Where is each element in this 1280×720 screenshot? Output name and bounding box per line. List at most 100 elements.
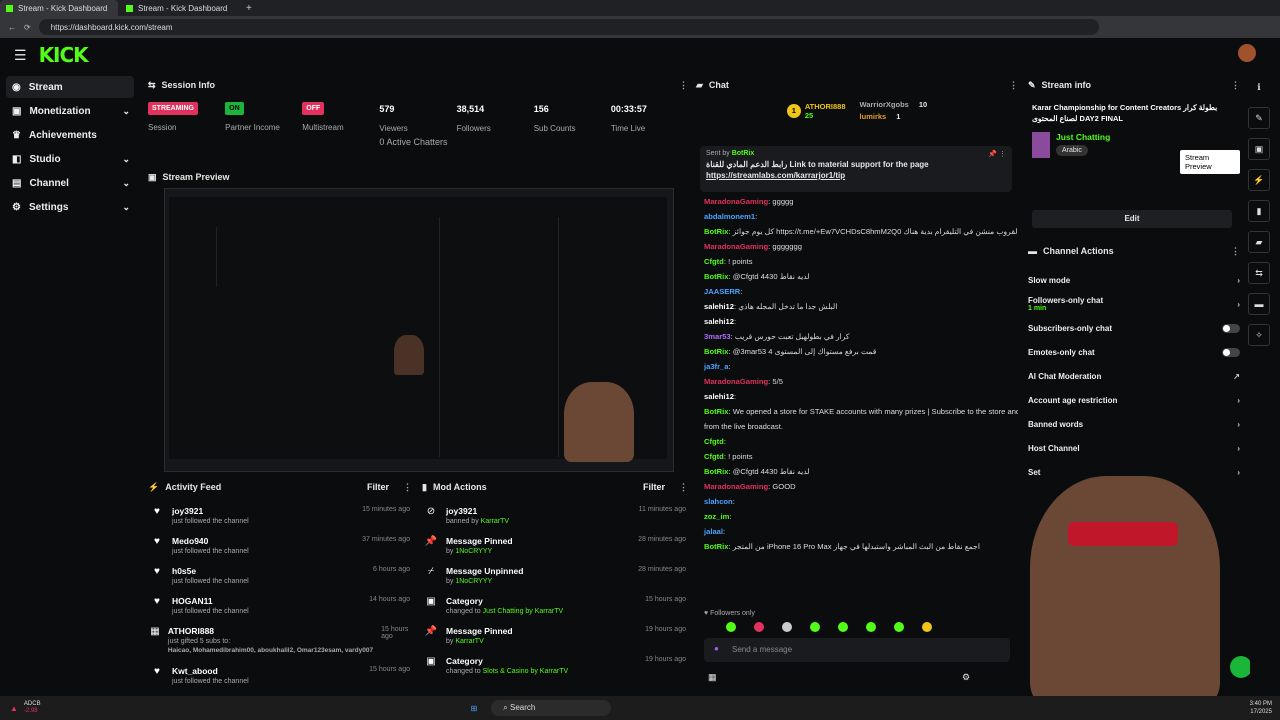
emote-icon[interactable]: [754, 622, 764, 632]
hamburger-icon[interactable]: ☰: [14, 47, 27, 64]
browser-tab[interactable]: Stream - Kick Dashboard: [0, 0, 118, 16]
chat-message[interactable]: Cfgtd: ! points: [696, 449, 1018, 464]
action-slow-mode[interactable]: Slow mode ›: [1024, 268, 1240, 292]
more-icon[interactable]: ⋮: [1231, 246, 1240, 257]
sidebar-item-studio[interactable]: ◧ Studio ⌄: [6, 148, 134, 170]
mod-actor[interactable]: KarrarTV: [481, 518, 509, 525]
action-ai-moderation[interactable]: AI Chat Moderation ↗: [1024, 364, 1240, 388]
pinned-message[interactable]: Sent by BotRix 📌 ⋮ رابط الدعم المادي للقن…: [700, 146, 1012, 192]
mod-actor[interactable]: Slots & Casino by KarrarTV: [483, 668, 569, 675]
chat-username[interactable]: zoz_im: [704, 512, 729, 521]
chat-username[interactable]: ja3fr_a: [704, 362, 729, 371]
chat-input[interactable]: ● Send a message: [704, 638, 1010, 662]
sidebar-item-channel[interactable]: ▤ Channel ⌄: [6, 172, 134, 194]
chat-username[interactable]: Cfgtd: [704, 257, 724, 266]
stream-preview-video[interactable]: [164, 188, 674, 472]
chat-username[interactable]: BotRix: [704, 542, 728, 551]
chat-username[interactable]: BotRix: [704, 272, 728, 281]
mod-actor[interactable]: Just Chatting by KarrarTV: [483, 608, 564, 615]
action-followers-only[interactable]: Followers-only chat 1 min ›: [1024, 292, 1240, 316]
toggle-switch[interactable]: [1222, 347, 1240, 357]
url-field[interactable]: https://dashboard.kick.com/stream: [38, 19, 1099, 35]
chat-username[interactable]: MaradonaGaming: [704, 242, 768, 251]
chat-message[interactable]: abdalmonem1:: [696, 209, 1018, 224]
action-banned-words[interactable]: Banned words ›: [1024, 412, 1240, 436]
chat-message[interactable]: MaradonaGaming: GOOD: [696, 479, 1018, 494]
activity-user[interactable]: joy3921: [172, 506, 354, 516]
chat-message[interactable]: salehi12: البلش جدا ما تدخل المجله هاذي: [696, 299, 1018, 314]
avatar[interactable]: [1238, 44, 1256, 62]
pin-icon[interactable]: 📌 ⋮: [988, 150, 1006, 158]
chat-username[interactable]: MaradonaGaming: [704, 197, 768, 206]
chat-username[interactable]: salehi12: [704, 392, 734, 401]
activity-user[interactable]: h0s5e: [172, 566, 365, 576]
chat-message[interactable]: ja3fr_a:: [696, 359, 1018, 374]
emote-icon[interactable]: [866, 622, 876, 632]
chat-username[interactable]: JAASERR: [704, 287, 740, 296]
reload-icon[interactable]: ⟳: [24, 23, 31, 32]
chat-username[interactable]: MaradonaGaming: [704, 482, 768, 491]
emote-icon[interactable]: [782, 622, 792, 632]
back-icon[interactable]: ←: [8, 23, 16, 32]
pencil-icon[interactable]: ✎: [1248, 107, 1270, 129]
chat-message[interactable]: MaradonaGaming: 5/5: [696, 374, 1018, 389]
chat-message[interactable]: salehi12:: [696, 389, 1018, 404]
mod-actor[interactable]: KarrarTV: [455, 638, 483, 645]
emote-icon[interactable]: [838, 622, 848, 632]
sidebar-item-settings[interactable]: ⚙ Settings ⌄: [6, 196, 134, 218]
chat-message[interactable]: Cfgtd:: [696, 434, 1018, 449]
emote-icon[interactable]: [810, 622, 820, 632]
session-icon[interactable]: ⇆: [1248, 262, 1270, 284]
chat-username[interactable]: salehi12: [704, 302, 734, 311]
action-account-age[interactable]: Account age restriction ›: [1024, 388, 1240, 412]
action-subscribers-only[interactable]: Subscribers-only chat: [1024, 316, 1240, 340]
chat-username[interactable]: Cfgtd: [704, 452, 724, 461]
category-name[interactable]: Just Chatting: [1056, 132, 1110, 142]
chat-message[interactable]: MaradonaGaming: ggggg: [696, 194, 1018, 209]
more-icon[interactable]: ⋮: [1231, 80, 1240, 91]
emote-icon[interactable]: [922, 622, 932, 632]
more-icon[interactable]: ⋮: [1009, 80, 1018, 91]
chat-username[interactable]: BotRix: [704, 347, 728, 356]
action-emotes-only[interactable]: Emotes-only chat: [1024, 340, 1240, 364]
chat-username[interactable]: BotRix: [704, 407, 728, 416]
more-icon[interactable]: ⋮: [679, 80, 688, 91]
chat-message[interactable]: BotRix: كل يوم جوائز https://t.me/+Ew7VC…: [696, 224, 1018, 239]
sidebar-item-stream[interactable]: ◉ Stream: [6, 76, 134, 98]
chat-username[interactable]: BotRix: [704, 467, 728, 476]
chat-username[interactable]: jalaal: [704, 527, 723, 536]
chat-username[interactable]: MaradonaGaming: [704, 377, 768, 386]
activity-user[interactable]: Kwt_abood: [172, 666, 361, 676]
activity-user[interactable]: HOGAN11: [172, 596, 361, 606]
chat-username[interactable]: slahcon: [704, 497, 733, 506]
gifter-name[interactable]: WarriorXgobs: [860, 100, 909, 109]
sidebar-item-monetization[interactable]: ▣ Monetization ⌄: [6, 100, 134, 122]
chat-icon[interactable]: ▰: [1248, 231, 1270, 253]
emote-icon[interactable]: [726, 622, 736, 632]
mic-icon[interactable]: ●: [714, 644, 719, 653]
chat-message[interactable]: MaradonaGaming: ggggggg: [696, 239, 1018, 254]
shield-icon[interactable]: ▮: [1248, 200, 1270, 222]
sidebar-item-achievements[interactable]: ♛ Achievements: [6, 124, 134, 146]
chat-message[interactable]: salehi12:: [696, 314, 1018, 329]
windows-start-icon[interactable]: ⊞: [471, 704, 478, 713]
chat-message[interactable]: slahcon:: [696, 494, 1018, 509]
support-chat-icon[interactable]: [1230, 656, 1250, 678]
chat-username[interactable]: 3mar53: [704, 332, 731, 341]
chat-message[interactable]: BotRix: من المتجر iPhone 16 Pro Max اجمع…: [696, 539, 1018, 554]
chat-message[interactable]: BotRix: @3mar53 قمت برفع مستواك إلى المس…: [696, 344, 1018, 359]
emote-icon[interactable]: [894, 622, 904, 632]
chat-message[interactable]: jalaal:: [696, 524, 1018, 539]
chat-message[interactable]: BotRix: @Cfgtd 4430 لديه نقاط: [696, 269, 1018, 284]
chat-username[interactable]: BotRix: [704, 227, 728, 236]
chat-message[interactable]: Cfgtd: ! points: [696, 254, 1018, 269]
more-icon[interactable]: ⋮: [679, 482, 688, 493]
filter-button[interactable]: Filter: [643, 482, 665, 492]
info-icon[interactable]: ℹ: [1248, 76, 1270, 98]
kick-logo[interactable]: KICK: [39, 43, 89, 67]
chat-username[interactable]: salehi12: [704, 317, 734, 326]
calendar-icon[interactable]: ▦: [708, 672, 717, 683]
chat-message[interactable]: from the live broadcast.: [696, 419, 1018, 434]
mod-actor[interactable]: 1NoCRYYY: [455, 548, 492, 555]
taskbar-search[interactable]: ⌕ Search: [491, 700, 612, 716]
